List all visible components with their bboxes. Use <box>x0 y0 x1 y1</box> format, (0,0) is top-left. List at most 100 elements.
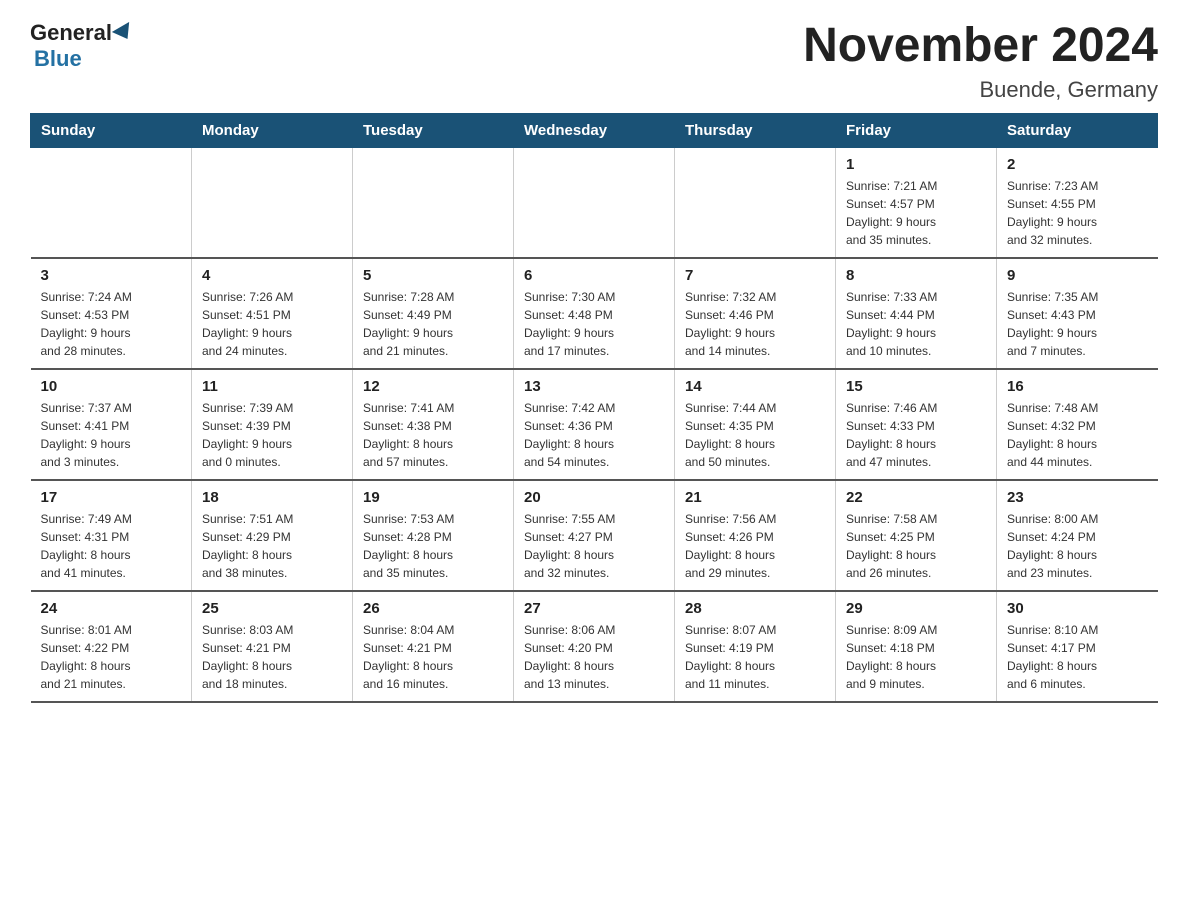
day-number: 30 <box>1007 600 1148 617</box>
day-number: 28 <box>685 600 825 617</box>
day-info: Sunrise: 7:53 AM Sunset: 4:28 PM Dayligh… <box>363 510 503 582</box>
calendar-cell: 15 Sunrise: 7:46 AM Sunset: 4:33 PM Dayli… <box>836 369 997 480</box>
calendar-cell: 7 Sunrise: 7:32 AM Sunset: 4:46 PM Daylig… <box>675 258 836 369</box>
day-info: Sunrise: 7:48 AM Sunset: 4:32 PM Dayligh… <box>1007 399 1148 471</box>
calendar-title: November 2024 <box>803 20 1158 73</box>
logo: General Blue <box>30 20 134 72</box>
day-number: 6 <box>524 267 664 284</box>
day-number: 23 <box>1007 489 1148 506</box>
day-info: Sunrise: 7:33 AM Sunset: 4:44 PM Dayligh… <box>846 288 986 360</box>
day-number: 25 <box>202 600 342 617</box>
calendar-cell: 8 Sunrise: 7:33 AM Sunset: 4:44 PM Daylig… <box>836 258 997 369</box>
day-info: Sunrise: 7:32 AM Sunset: 4:46 PM Dayligh… <box>685 288 825 360</box>
day-number: 11 <box>202 378 342 395</box>
day-number: 8 <box>846 267 986 284</box>
day-number: 5 <box>363 267 503 284</box>
day-number: 27 <box>524 600 664 617</box>
day-info: Sunrise: 8:09 AM Sunset: 4:18 PM Dayligh… <box>846 621 986 693</box>
calendar-cell: 18 Sunrise: 7:51 AM Sunset: 4:29 PM Dayli… <box>192 480 353 591</box>
calendar-cell: 26 Sunrise: 8:04 AM Sunset: 4:21 PM Dayli… <box>353 591 514 702</box>
day-number: 15 <box>846 378 986 395</box>
calendar-cell: 16Sunrise: 7:48 AM Sunset: 4:32 PM Dayli… <box>997 369 1158 480</box>
header-day-tuesday: Tuesday <box>353 113 514 147</box>
calendar-cell: 27 Sunrise: 8:06 AM Sunset: 4:20 PM Dayli… <box>514 591 675 702</box>
calendar-cell <box>514 147 675 258</box>
calendar-cell: 3 Sunrise: 7:24 AM Sunset: 4:53 PM Daylig… <box>31 258 192 369</box>
day-info: Sunrise: 8:03 AM Sunset: 4:21 PM Dayligh… <box>202 621 342 693</box>
day-number: 20 <box>524 489 664 506</box>
day-info: Sunrise: 7:30 AM Sunset: 4:48 PM Dayligh… <box>524 288 664 360</box>
calendar-cell: 2 Sunrise: 7:23 AM Sunset: 4:55 PM Daylig… <box>997 147 1158 258</box>
day-info: Sunrise: 8:06 AM Sunset: 4:20 PM Dayligh… <box>524 621 664 693</box>
calendar-cell: 6 Sunrise: 7:30 AM Sunset: 4:48 PM Daylig… <box>514 258 675 369</box>
calendar-cell: 13Sunrise: 7:42 AM Sunset: 4:36 PM Dayli… <box>514 369 675 480</box>
day-number: 2 <box>1007 156 1148 173</box>
day-info: Sunrise: 7:35 AM Sunset: 4:43 PM Dayligh… <box>1007 288 1148 360</box>
calendar-cell: 28 Sunrise: 8:07 AM Sunset: 4:19 PM Dayli… <box>675 591 836 702</box>
calendar-cell: 22Sunrise: 7:58 AM Sunset: 4:25 PM Dayli… <box>836 480 997 591</box>
calendar-cell: 23 Sunrise: 8:00 AM Sunset: 4:24 PM Dayli… <box>997 480 1158 591</box>
day-info: Sunrise: 7:37 AM Sunset: 4:41 PM Dayligh… <box>41 399 182 471</box>
calendar-cell: 5 Sunrise: 7:28 AM Sunset: 4:49 PM Daylig… <box>353 258 514 369</box>
day-info: Sunrise: 7:56 AM Sunset: 4:26 PM Dayligh… <box>685 510 825 582</box>
calendar-week-row: 17 Sunrise: 7:49 AM Sunset: 4:31 PM Dayli… <box>31 480 1158 591</box>
calendar-cell <box>675 147 836 258</box>
header-day-wednesday: Wednesday <box>514 113 675 147</box>
calendar-subtitle: Buende, Germany <box>803 77 1158 103</box>
calendar-cell: 9 Sunrise: 7:35 AM Sunset: 4:43 PM Daylig… <box>997 258 1158 369</box>
page-header: General Blue November 2024 Buende, Germa… <box>30 20 1158 103</box>
day-number: 3 <box>41 267 182 284</box>
header-day-sunday: Sunday <box>31 113 192 147</box>
day-number: 26 <box>363 600 503 617</box>
day-number: 4 <box>202 267 342 284</box>
header-day-monday: Monday <box>192 113 353 147</box>
day-number: 1 <box>846 156 986 173</box>
day-number: 22 <box>846 489 986 506</box>
day-info: Sunrise: 7:28 AM Sunset: 4:49 PM Dayligh… <box>363 288 503 360</box>
day-info: Sunrise: 8:07 AM Sunset: 4:19 PM Dayligh… <box>685 621 825 693</box>
day-number: 18 <box>202 489 342 506</box>
calendar-cell: 30Sunrise: 8:10 AM Sunset: 4:17 PM Dayli… <box>997 591 1158 702</box>
day-number: 29 <box>846 600 986 617</box>
calendar-cell: 29 Sunrise: 8:09 AM Sunset: 4:18 PM Dayli… <box>836 591 997 702</box>
calendar-table: SundayMondayTuesdayWednesdayThursdayFrid… <box>30 113 1158 703</box>
logo-general-text: General <box>30 20 112 46</box>
calendar-cell: 14 Sunrise: 7:44 AM Sunset: 4:35 PM Dayli… <box>675 369 836 480</box>
calendar-cell: 11Sunrise: 7:39 AM Sunset: 4:39 PM Dayli… <box>192 369 353 480</box>
header-day-saturday: Saturday <box>997 113 1158 147</box>
calendar-week-row: 3 Sunrise: 7:24 AM Sunset: 4:53 PM Daylig… <box>31 258 1158 369</box>
day-number: 9 <box>1007 267 1148 284</box>
calendar-cell <box>353 147 514 258</box>
day-info: Sunrise: 7:51 AM Sunset: 4:29 PM Dayligh… <box>202 510 342 582</box>
calendar-cell <box>31 147 192 258</box>
day-info: Sunrise: 8:01 AM Sunset: 4:22 PM Dayligh… <box>41 621 182 693</box>
calendar-cell: 25 Sunrise: 8:03 AM Sunset: 4:21 PM Dayli… <box>192 591 353 702</box>
logo-arrow-icon <box>112 22 136 44</box>
day-number: 12 <box>363 378 503 395</box>
calendar-cell: 10Sunrise: 7:37 AM Sunset: 4:41 PM Dayli… <box>31 369 192 480</box>
day-info: Sunrise: 8:04 AM Sunset: 4:21 PM Dayligh… <box>363 621 503 693</box>
day-number: 7 <box>685 267 825 284</box>
day-info: Sunrise: 7:23 AM Sunset: 4:55 PM Dayligh… <box>1007 177 1148 249</box>
calendar-cell: 17 Sunrise: 7:49 AM Sunset: 4:31 PM Dayli… <box>31 480 192 591</box>
logo-general: General <box>30 20 134 46</box>
day-info: Sunrise: 7:24 AM Sunset: 4:53 PM Dayligh… <box>41 288 182 360</box>
day-number: 14 <box>685 378 825 395</box>
day-info: Sunrise: 7:49 AM Sunset: 4:31 PM Dayligh… <box>41 510 182 582</box>
calendar-week-row: 10Sunrise: 7:37 AM Sunset: 4:41 PM Dayli… <box>31 369 1158 480</box>
day-info: Sunrise: 7:21 AM Sunset: 4:57 PM Dayligh… <box>846 177 986 249</box>
calendar-week-row: 24Sunrise: 8:01 AM Sunset: 4:22 PM Dayli… <box>31 591 1158 702</box>
calendar-week-row: 1 Sunrise: 7:21 AM Sunset: 4:57 PM Daylig… <box>31 147 1158 258</box>
calendar-cell: 19Sunrise: 7:53 AM Sunset: 4:28 PM Dayli… <box>353 480 514 591</box>
day-info: Sunrise: 8:00 AM Sunset: 4:24 PM Dayligh… <box>1007 510 1148 582</box>
calendar-cell: 20Sunrise: 7:55 AM Sunset: 4:27 PM Dayli… <box>514 480 675 591</box>
header-day-thursday: Thursday <box>675 113 836 147</box>
calendar-cell: 21 Sunrise: 7:56 AM Sunset: 4:26 PM Dayli… <box>675 480 836 591</box>
day-info: Sunrise: 7:41 AM Sunset: 4:38 PM Dayligh… <box>363 399 503 471</box>
day-info: Sunrise: 7:44 AM Sunset: 4:35 PM Dayligh… <box>685 399 825 471</box>
day-info: Sunrise: 7:46 AM Sunset: 4:33 PM Dayligh… <box>846 399 986 471</box>
calendar-cell: 1 Sunrise: 7:21 AM Sunset: 4:57 PM Daylig… <box>836 147 997 258</box>
day-number: 17 <box>41 489 182 506</box>
calendar-cell: 24Sunrise: 8:01 AM Sunset: 4:22 PM Dayli… <box>31 591 192 702</box>
day-number: 21 <box>685 489 825 506</box>
